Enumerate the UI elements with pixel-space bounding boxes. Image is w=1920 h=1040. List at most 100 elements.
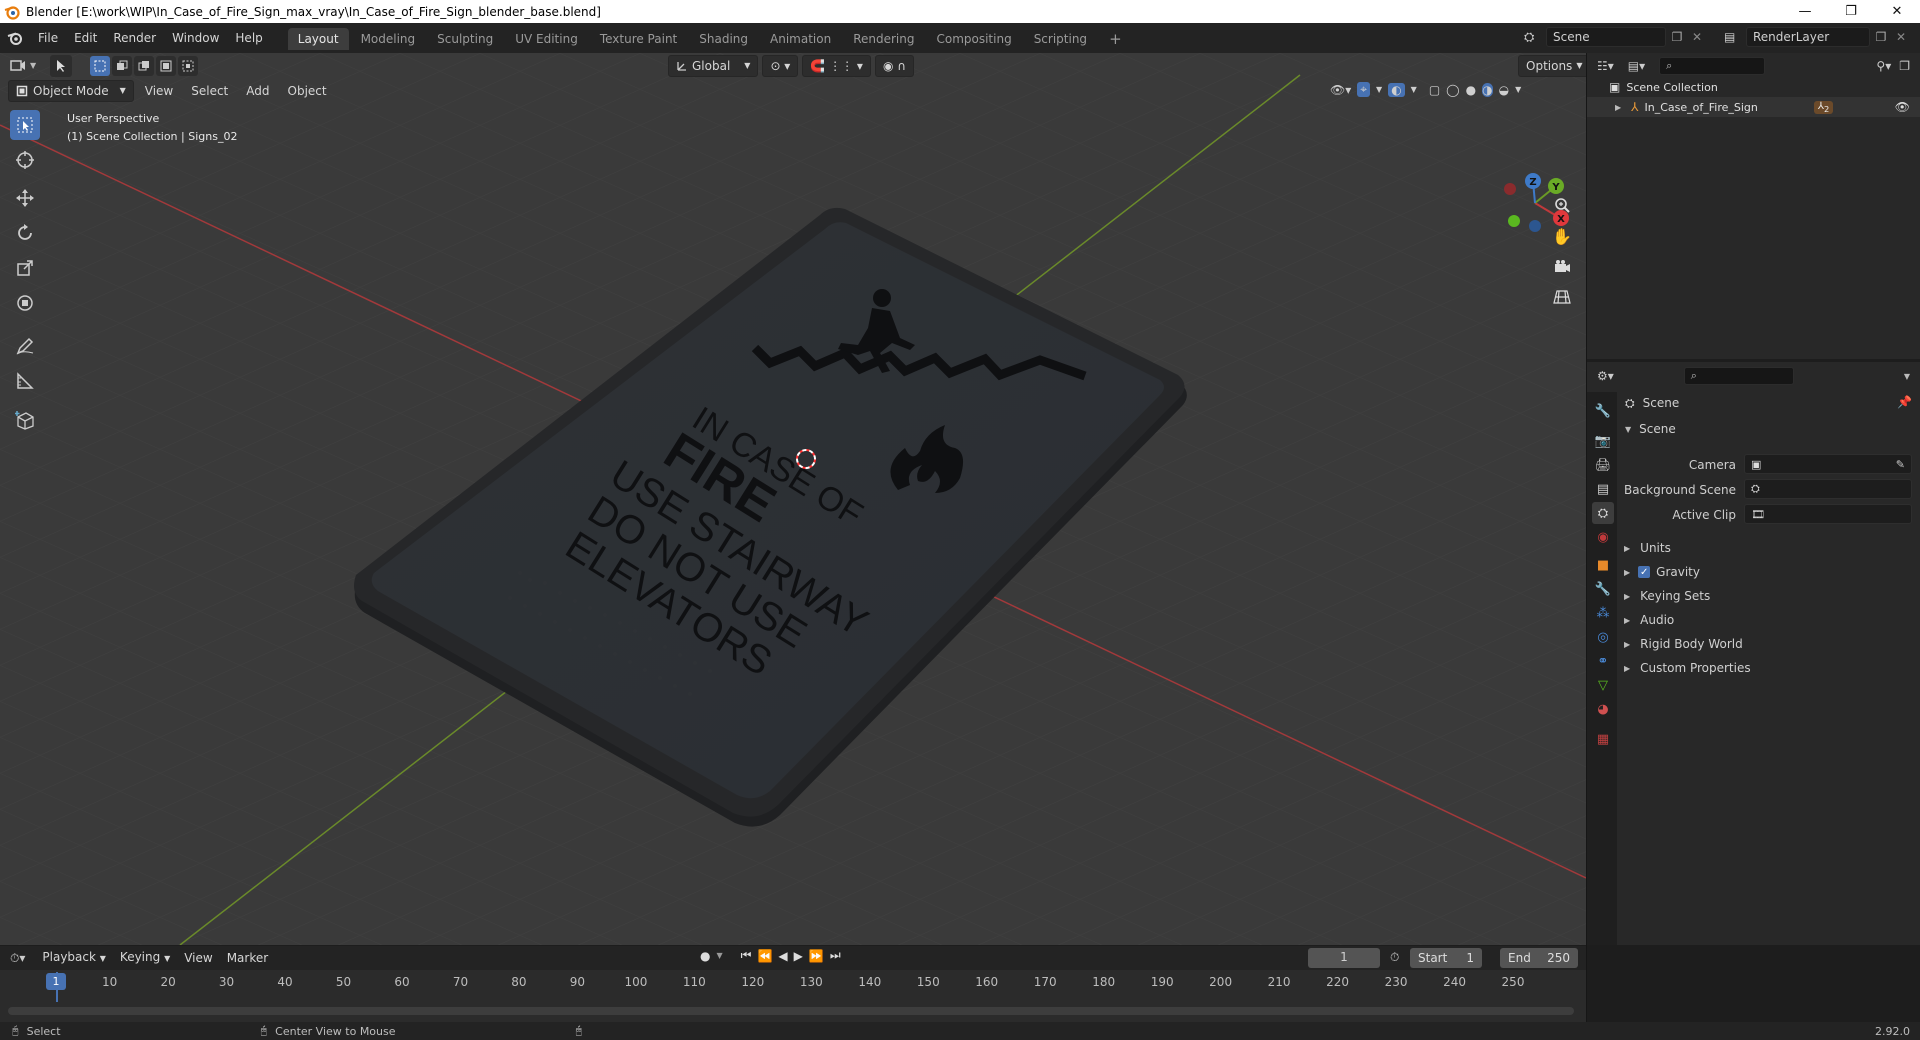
measure-tool[interactable] — [10, 366, 40, 396]
annotate-tool[interactable] — [10, 331, 40, 361]
chevron-down-icon[interactable]: ▼ — [1376, 85, 1382, 94]
select-invert-icon[interactable] — [156, 56, 176, 76]
overlay-toggle-icon[interactable]: ◐ — [1388, 82, 1405, 97]
select-new-icon[interactable] — [90, 56, 110, 76]
view-layer-field[interactable]: RenderLayer — [1746, 27, 1870, 47]
chevron-down-icon[interactable]: ▼ — [1904, 372, 1910, 381]
expand-arrow-icon[interactable]: ▶ — [1615, 103, 1621, 112]
viewport-menu-select[interactable]: Select — [184, 84, 235, 98]
audio-section[interactable]: ▶ Audio — [1624, 610, 1674, 630]
select-intersect-icon[interactable] — [178, 56, 198, 76]
snap-toggle[interactable]: 🧲 ⋮⋮ ▾ — [802, 55, 871, 77]
custom-properties-section[interactable]: ▶ Custom Properties — [1624, 658, 1751, 678]
tool-tab-icon[interactable]: 🔧 — [1592, 400, 1614, 422]
scene-name-field[interactable]: Scene — [1546, 27, 1666, 47]
new-view-layer-icon[interactable]: ❐ — [1870, 30, 1892, 44]
menu-edit[interactable]: Edit — [66, 23, 105, 53]
move-tool[interactable] — [10, 183, 40, 213]
prev-keyframe-icon[interactable]: ⏪ — [757, 949, 772, 963]
add-workspace-button[interactable]: + — [1099, 28, 1132, 50]
timeline-menu-keying[interactable]: Keying ▼ — [113, 947, 177, 969]
pin-icon[interactable]: 📌 — [1897, 395, 1912, 409]
menu-window[interactable]: Window — [164, 23, 227, 53]
outliner-search-input[interactable]: ⌕ — [1659, 57, 1766, 75]
texture-tab-icon[interactable]: ▦ — [1592, 728, 1614, 750]
visibility-eye-icon[interactable]: 👁▾ — [1330, 83, 1351, 97]
jump-start-icon[interactable]: ⏮ — [741, 948, 752, 963]
options-dropdown[interactable]: Options ▼ — [1518, 55, 1586, 77]
visibility-eye-icon[interactable]: 👁 — [1895, 100, 1910, 114]
wireframe-shading-icon[interactable]: ◯ — [1446, 83, 1459, 97]
tab-uv-editing[interactable]: UV Editing — [505, 28, 588, 50]
units-section[interactable]: ▶ Units — [1624, 538, 1671, 558]
xray-toggle-icon[interactable]: ▢ — [1429, 83, 1440, 97]
material-tab-icon[interactable]: ◕ — [1592, 698, 1614, 720]
active-clip-field[interactable]: 🎞 — [1744, 504, 1912, 524]
timeline-menu-marker[interactable]: Marker — [220, 951, 275, 965]
timeline-scrollbar[interactable] — [8, 1007, 1574, 1015]
add-cube-tool[interactable] — [10, 405, 40, 435]
chevron-down-icon[interactable]: ▼ — [1515, 85, 1521, 94]
menu-file[interactable]: File — [30, 23, 66, 53]
view-layer-selector[interactable]: ▤ RenderLayer ❐ ✕ — [1724, 27, 1910, 47]
camera-field[interactable]: ▣ ✎ — [1744, 454, 1912, 474]
gravity-section[interactable]: ▶ ✓ Gravity — [1624, 562, 1700, 582]
render-tab-icon[interactable]: 📷 — [1592, 430, 1614, 452]
physics-tab-icon[interactable]: ◎ — [1592, 626, 1614, 648]
tab-scripting[interactable]: Scripting — [1024, 28, 1097, 50]
transform-orientation-dropdown[interactable]: Global ▼ — [668, 55, 759, 77]
timeline-menu-view[interactable]: View — [177, 951, 219, 965]
eyedropper-icon[interactable]: ✎ — [1896, 458, 1905, 471]
gravity-checkbox[interactable]: ✓ — [1638, 566, 1651, 578]
rigid-body-world-section[interactable]: ▶ Rigid Body World — [1624, 634, 1743, 654]
delete-scene-icon[interactable]: ✕ — [1688, 30, 1706, 44]
viewport-menu-add[interactable]: Add — [239, 84, 276, 98]
cursor-tool[interactable] — [10, 145, 40, 175]
proportional-edit-toggle[interactable]: ◉ ∩ — [874, 55, 915, 77]
select-box-tool[interactable] — [10, 110, 40, 140]
next-keyframe-icon[interactable]: ⏩ — [809, 949, 824, 963]
rotate-tool[interactable] — [10, 218, 40, 248]
outliner-editor-icon[interactable]: ☷▾ — [1597, 59, 1614, 73]
tab-modeling[interactable]: Modeling — [351, 28, 426, 50]
scene-panel-header[interactable]: ▼ Scene — [1625, 418, 1676, 440]
playhead-frame-badge[interactable]: 1 — [46, 973, 66, 990]
zoom-view-button[interactable] — [1548, 192, 1576, 220]
data-tab-icon[interactable]: ▽ — [1592, 674, 1614, 696]
viewport-menu-object[interactable]: Object — [281, 84, 334, 98]
viewport-menu-view[interactable]: View — [138, 84, 180, 98]
timeline-panel[interactable]: ⏱▾ Playback ▼ Keying ▼ View Marker ● ▼ ⏮… — [0, 946, 1586, 1022]
object-tab-icon[interactable]: ■ — [1592, 554, 1614, 576]
play-reverse-icon[interactable]: ◀ — [778, 949, 787, 963]
3d-viewport[interactable]: IN CASE OF FIRE USE STAIRWAY DO NOT USE … — [0, 53, 1586, 945]
record-keyframe-icon[interactable]: ● — [700, 949, 710, 963]
timeline-editor-icon[interactable]: ⏱▾ — [10, 951, 25, 966]
constraints-tab-icon[interactable]: ⚭ — [1592, 650, 1614, 672]
display-mode-icon[interactable]: ▤▾ — [1628, 59, 1645, 73]
tab-texture-paint[interactable]: Texture Paint — [590, 28, 687, 50]
stopwatch-icon[interactable]: ⏱ — [1390, 950, 1399, 965]
current-frame-field[interactable]: 1 — [1308, 948, 1380, 968]
outliner-root-row[interactable]: ▣ Scene Collection — [1587, 77, 1920, 97]
solid-shading-icon[interactable]: ● — [1466, 83, 1476, 97]
select-tool-toggle[interactable] — [50, 55, 72, 77]
editor-type-selector[interactable]: ▼ — [8, 55, 36, 75]
properties-search-input[interactable]: ⌕ — [1683, 367, 1794, 385]
tab-animation[interactable]: Animation — [760, 28, 841, 50]
close-window-button[interactable]: ✕ — [1874, 0, 1920, 23]
minimize-button[interactable]: — — [1782, 0, 1828, 23]
outliner-row-in-case-of-fire-sign[interactable]: ▶ ⅄ In_Case_of_Fire_Sign ⅄2 👁 — [1587, 97, 1920, 117]
tab-sculpting[interactable]: Sculpting — [427, 28, 503, 50]
pan-view-button[interactable]: ✋ — [1548, 222, 1576, 250]
jump-end-icon[interactable]: ⏭ — [830, 948, 841, 963]
perspective-toggle-button[interactable] — [1548, 283, 1576, 311]
chevron-down-icon[interactable]: ▼ — [716, 951, 722, 960]
tab-layout[interactable]: Layout — [287, 28, 349, 50]
filter-icon[interactable]: ⚲▾ — [1876, 59, 1891, 73]
maximize-button[interactable]: ❐ — [1828, 0, 1874, 23]
pivot-point-dropdown[interactable]: ⊙ ▾ — [762, 55, 799, 77]
new-scene-icon[interactable]: ❐ — [1666, 30, 1688, 44]
properties-editor-icon[interactable]: ⚙▾ — [1597, 369, 1614, 383]
timeline-menu-playback[interactable]: Playback ▼ — [35, 947, 113, 969]
start-frame-field[interactable]: Start 1 — [1410, 948, 1482, 968]
